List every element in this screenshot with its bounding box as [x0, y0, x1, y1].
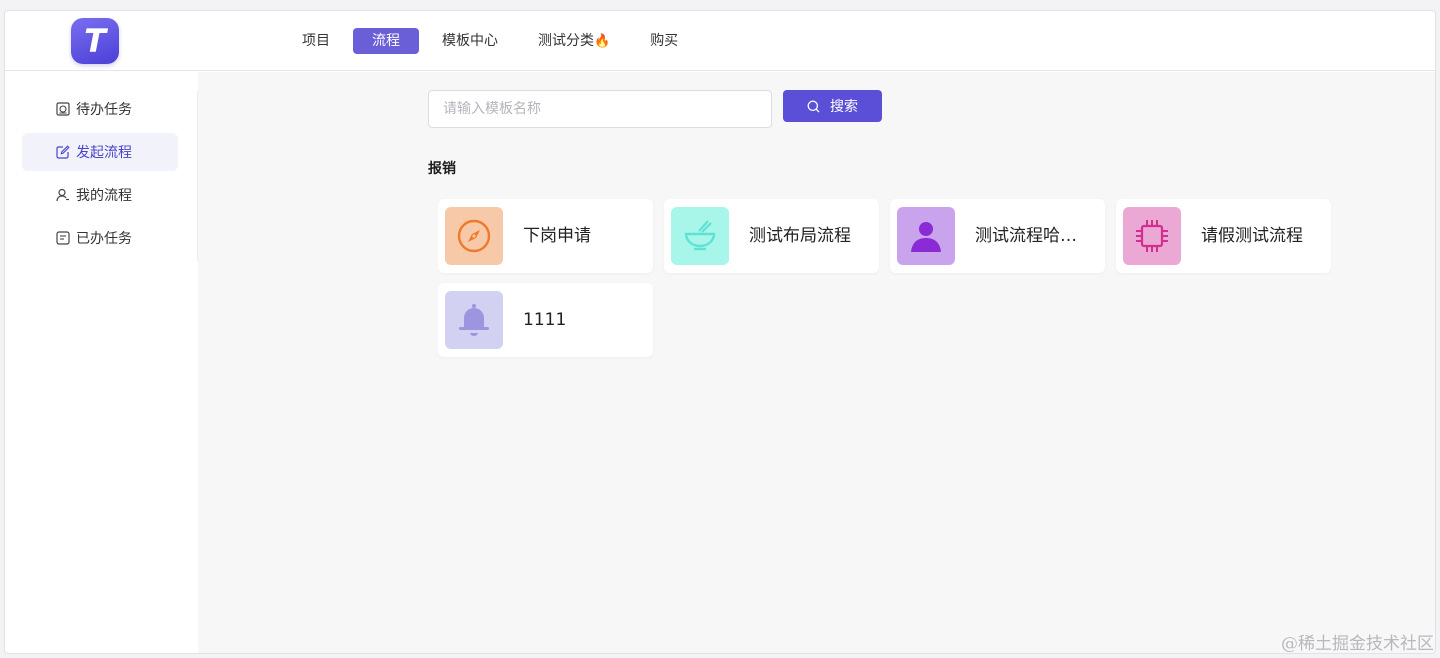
template-card[interactable]: 下岗申请	[438, 199, 653, 273]
nav-label: 流程	[372, 33, 400, 49]
sidebar-item-done[interactable]: 已办任务	[22, 219, 178, 257]
card-label: 1111	[523, 310, 567, 330]
nav-item-test-category[interactable]: 测试分类🔥	[521, 28, 627, 54]
edit-icon	[56, 145, 70, 159]
card-label: 下岗申请	[523, 226, 591, 246]
card-label: 测试流程哈…	[975, 226, 1077, 246]
nav-label: 购买	[650, 33, 679, 49]
nav-label: 测试分类	[538, 33, 594, 49]
bell-icon	[445, 291, 503, 349]
template-card[interactable]: 请假测试流程	[1116, 199, 1331, 273]
nav-label: 项目	[302, 33, 330, 49]
sidebar-item-label: 我的流程	[76, 188, 132, 204]
sidebar-item-label: 待办任务	[76, 102, 132, 118]
person-icon	[897, 207, 955, 265]
template-card[interactable]: 测试流程哈…	[890, 199, 1105, 273]
sidebar-item-my-process[interactable]: 我的流程	[22, 176, 178, 214]
todo-icon	[56, 102, 70, 116]
nav-item-projects[interactable]: 项目	[285, 28, 347, 54]
nav-item-process[interactable]: 流程	[353, 28, 419, 54]
watermark: @稀土掘金技术社区	[1281, 634, 1434, 654]
template-card[interactable]: 测试布局流程	[664, 199, 879, 273]
sidebar-item-start-process[interactable]: 发起流程	[22, 133, 178, 171]
user-icon	[56, 188, 69, 202]
app-window: T 项目 流程 模板中心 测试分类🔥 购买 待办任务 发起流程 我的流程 已办任…	[4, 10, 1436, 654]
card-label: 测试布局流程	[749, 226, 851, 246]
section-title: 报销	[428, 161, 456, 177]
chip-icon	[1123, 207, 1181, 265]
nav-item-buy[interactable]: 购买	[633, 28, 695, 54]
app-logo[interactable]: T	[71, 18, 119, 64]
fire-icon: 🔥	[594, 34, 611, 49]
sidebar-item-label: 已办任务	[76, 231, 132, 247]
template-search-input[interactable]	[428, 90, 772, 128]
nav-label: 模板中心	[442, 33, 498, 49]
main-nav: 项目 流程 模板中心 测试分类🔥 购买	[285, 28, 701, 54]
nav-item-template-center[interactable]: 模板中心	[425, 28, 515, 54]
search-button[interactable]: 搜索	[783, 90, 882, 122]
sidebar: 待办任务 发起流程 我的流程 已办任务	[5, 72, 198, 653]
top-navbar: T 项目 流程 模板中心 测试分类🔥 购买	[5, 11, 1435, 71]
bowl-icon	[671, 207, 729, 265]
template-card[interactable]: 1111	[438, 283, 653, 357]
main-content: 搜索 报销 下岗申请	[198, 72, 1435, 653]
sidebar-item-todo[interactable]: 待办任务	[22, 90, 178, 128]
done-list-icon	[56, 231, 70, 245]
search-icon	[807, 100, 820, 112]
search-button-label: 搜索	[830, 99, 858, 115]
sidebar-item-label: 发起流程	[76, 145, 132, 161]
card-label: 请假测试流程	[1201, 226, 1303, 246]
compass-icon	[445, 207, 503, 265]
